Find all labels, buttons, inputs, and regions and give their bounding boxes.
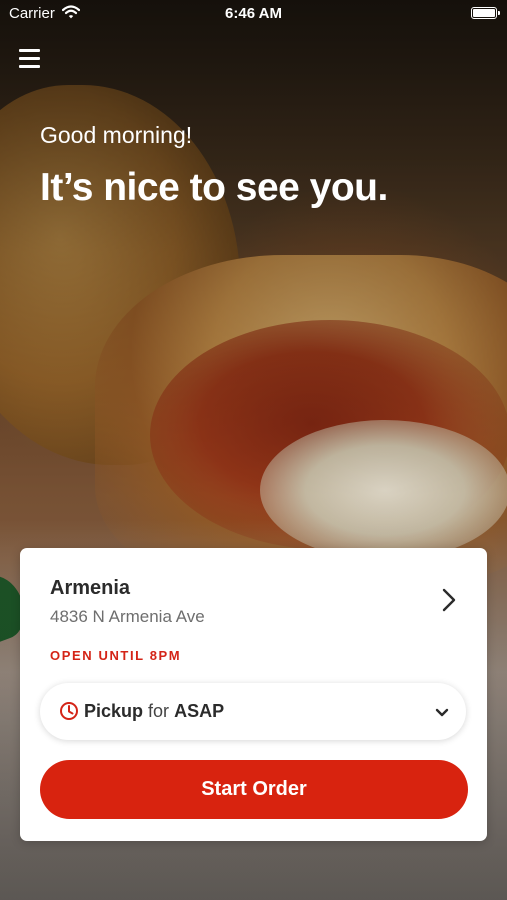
menu-button[interactable] (19, 48, 41, 68)
order-connector: for (148, 701, 170, 721)
welcome-headline: It’s nice to see you. (40, 166, 388, 209)
start-order-button[interactable]: Start Order (40, 760, 468, 819)
order-type-dropdown[interactable]: Pickup for ASAP (40, 683, 466, 740)
clock-time: 6:46 AM (225, 5, 282, 22)
chevron-right-icon (441, 587, 457, 618)
store-card: Armenia 4836 N Armenia Ave OPEN UNTIL 8P… (20, 548, 487, 841)
order-type-label: Pickup for ASAP (84, 701, 224, 722)
greeting-text: Good morning! (40, 122, 193, 148)
order-mode: Pickup (84, 701, 144, 721)
chevron-down-icon (435, 705, 449, 723)
store-hours-status: OPEN UNTIL 8PM (50, 648, 182, 663)
status-bar: Carrier 6:46 AM (0, 0, 507, 28)
store-address: 4836 N Armenia Ave (50, 607, 205, 626)
store-selector[interactable]: Armenia 4836 N Armenia Ave (20, 548, 487, 648)
store-name: Armenia (50, 577, 131, 599)
clock-icon (59, 701, 79, 726)
order-time: ASAP (174, 701, 225, 721)
battery-icon (471, 7, 500, 19)
